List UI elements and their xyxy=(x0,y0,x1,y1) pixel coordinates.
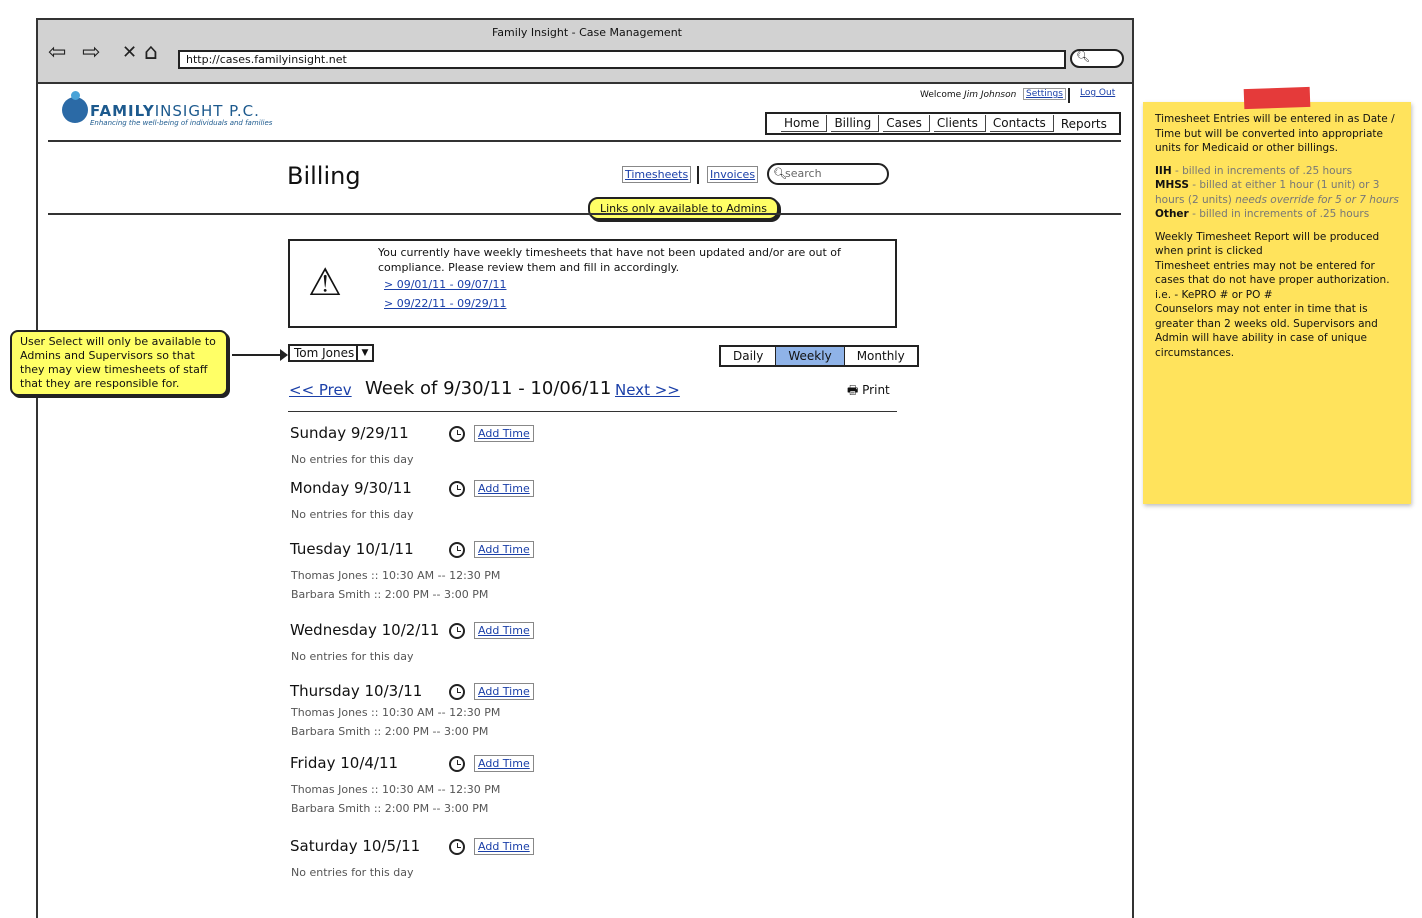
day-title-monday: Monday 9/30/11 xyxy=(290,479,412,497)
browser-window xyxy=(36,18,1134,918)
other-text: - billed in increments of .25 hours xyxy=(1188,208,1370,220)
iih-text: - billed in increments of .25 hours xyxy=(1171,164,1353,177)
header-divider-line xyxy=(48,140,1121,142)
day-entry: Barbara Smith :: 2:00 PM -- 3:00 PM xyxy=(291,725,489,738)
timesheets-link[interactable]: Timesheets xyxy=(622,166,692,183)
next-week-link[interactable]: Next >> xyxy=(615,381,680,399)
clock-icon xyxy=(449,684,465,700)
clock-icon xyxy=(449,839,465,855)
clock-icon xyxy=(449,481,465,497)
logout-link[interactable]: Log Out xyxy=(1080,88,1115,98)
user-select-value: Tom Jones xyxy=(294,346,355,360)
user-name: Jim Johnson xyxy=(964,90,1017,100)
browser-search-field[interactable]: 🔍︎ xyxy=(1070,49,1124,68)
nav-contacts[interactable]: Contacts xyxy=(989,115,1054,132)
view-toggle: Daily Weekly Monthly xyxy=(719,345,919,367)
nav-billing[interactable]: Billing xyxy=(831,115,880,132)
welcome-text: Welcome Jim Johnson xyxy=(920,90,1017,100)
back-icon[interactable]: ⇦ xyxy=(48,42,66,64)
week-divider-line xyxy=(288,411,897,412)
user-select-note: User Select will only be available to Ad… xyxy=(10,330,228,396)
clock-icon xyxy=(449,542,465,558)
mhss-override-note: needs override for 5 or 7 hours xyxy=(1235,193,1399,206)
iih-label: IIH xyxy=(1155,164,1172,177)
note-arrow-icon xyxy=(232,349,288,361)
day-entry: No entries for this day xyxy=(291,453,414,466)
clock-icon xyxy=(449,426,465,442)
day-entry: Barbara Smith :: 2:00 PM -- 3:00 PM xyxy=(291,588,489,601)
toggle-monthly[interactable]: Monthly xyxy=(845,347,917,365)
url-bar[interactable]: http://cases.familyinsight.net xyxy=(178,50,1066,69)
add-time-button[interactable]: Add Time xyxy=(474,683,534,700)
add-time-button[interactable]: Add Time xyxy=(474,480,534,497)
home-icon[interactable]: ⌂ xyxy=(144,42,158,64)
sticky-note: Timesheet Entries will be entered in as … xyxy=(1143,102,1411,504)
main-nav: Home Billing Cases Clients Contacts Repo… xyxy=(765,112,1121,135)
sticky-counselors: Counselors may not enter in time that is… xyxy=(1155,303,1378,359)
forward-icon[interactable]: ⇨ xyxy=(82,42,100,64)
stop-icon[interactable]: ✕ xyxy=(122,42,137,64)
add-time-button[interactable]: Add Time xyxy=(474,622,534,639)
search-input[interactable]: 🔍︎ search xyxy=(767,163,889,185)
search-placeholder: search xyxy=(785,167,822,180)
title-divider-line xyxy=(48,213,1121,215)
day-entry: Thomas Jones :: 10:30 AM -- 12:30 PM xyxy=(291,706,501,719)
toggle-weekly[interactable]: Weekly xyxy=(776,347,845,365)
brand-tagline: Enhancing the well-being of individuals … xyxy=(90,119,273,127)
warning-icon: ⚠ xyxy=(308,260,343,304)
nav-cases[interactable]: Cases xyxy=(883,115,930,132)
day-title-friday: Friday 10/4/11 xyxy=(290,754,399,772)
nav-reports[interactable]: Reports xyxy=(1058,116,1114,132)
compliance-alert: ⚠ You currently have weekly timesheets t… xyxy=(288,239,897,328)
alert-link-week-2[interactable]: > 09/22/11 - 09/29/11 xyxy=(384,297,506,310)
page-title: Billing xyxy=(287,162,361,190)
day-entry: Barbara Smith :: 2:00 PM -- 3:00 PM xyxy=(291,802,489,815)
printer-icon: 🖶 xyxy=(847,383,859,397)
logo-mark-icon xyxy=(62,91,88,123)
browser-toolbar: Family Insight - Case Management ⇦ ⇨ ✕ ⌂… xyxy=(36,18,1134,84)
sticky-intro: Timesheet Entries will be entered in as … xyxy=(1155,113,1395,154)
other-label: Other xyxy=(1155,208,1189,220)
window-title: Family Insight - Case Management xyxy=(491,26,682,39)
links-divider xyxy=(697,166,699,184)
add-time-button[interactable]: Add Time xyxy=(474,755,534,772)
day-title-sunday: Sunday 9/29/11 xyxy=(290,424,409,442)
day-entry: No entries for this day xyxy=(291,866,414,879)
day-title-thursday: Thursday 10/3/11 xyxy=(290,682,423,700)
brand-name-thin: INSIGHT P.C. xyxy=(154,102,260,120)
add-time-button[interactable]: Add Time xyxy=(474,425,534,442)
invoices-link[interactable]: Invoices xyxy=(707,166,759,183)
week-label: Week of 9/30/11 - 10/06/11 xyxy=(365,378,612,399)
search-icon: 🔍︎ xyxy=(1076,50,1090,63)
sticky-report: Weekly Timesheet Report will be produced… xyxy=(1155,230,1380,258)
chevron-down-icon: ▼ xyxy=(356,346,372,360)
clock-icon xyxy=(449,756,465,772)
nav-home[interactable]: Home xyxy=(781,115,828,132)
clock-icon xyxy=(449,623,465,639)
alert-message: You currently have weekly timesheets tha… xyxy=(378,246,841,274)
settings-link[interactable]: Settings xyxy=(1023,88,1066,100)
add-time-button[interactable]: Add Time xyxy=(474,541,534,558)
admin-links-note: Links only available to Admins xyxy=(588,197,779,220)
toggle-daily[interactable]: Daily xyxy=(721,347,777,365)
day-title-wednesday: Wednesday 10/2/11 xyxy=(290,621,440,639)
sticky-auth: Timesheet entries may not be entered for… xyxy=(1155,259,1390,301)
day-entry: No entries for this day xyxy=(291,508,414,521)
print-button[interactable]: 🖶 Print xyxy=(847,381,890,402)
day-entry: No entries for this day xyxy=(291,650,414,663)
mhss-label: MHSS xyxy=(1155,179,1189,191)
day-entry: Thomas Jones :: 10:30 AM -- 12:30 PM xyxy=(291,783,501,796)
header-divider xyxy=(1068,88,1070,103)
day-title-tuesday: Tuesday 10/1/11 xyxy=(290,540,414,558)
prev-week-link[interactable]: << Prev xyxy=(289,381,352,399)
nav-clients[interactable]: Clients xyxy=(933,115,986,132)
user-select-dropdown[interactable]: Tom Jones ▼ xyxy=(288,344,374,362)
alert-link-week-1[interactable]: > 09/01/11 - 09/07/11 xyxy=(384,278,506,291)
brand-name-bold: FAMILY xyxy=(90,102,155,120)
add-time-button[interactable]: Add Time xyxy=(474,838,534,855)
day-entry: Thomas Jones :: 10:30 AM -- 12:30 PM xyxy=(291,569,501,582)
day-title-saturday: Saturday 10/5/11 xyxy=(290,837,421,855)
print-label: Print xyxy=(862,383,890,397)
tape-icon xyxy=(1243,86,1311,110)
